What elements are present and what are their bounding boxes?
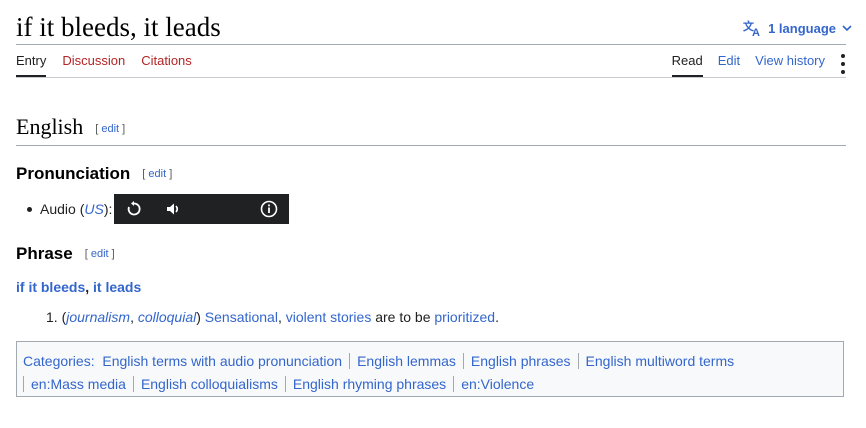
- info-icon[interactable]: [260, 200, 278, 218]
- language-button-label: 1 language: [768, 20, 836, 36]
- audio-label-text: Audio (: [40, 201, 85, 217]
- namespace-tabs: Entry Discussion Citations: [16, 53, 208, 77]
- audio-player[interactable]: [114, 194, 290, 224]
- prioritized-link[interactable]: prioritized: [434, 309, 495, 325]
- edit-section-pronunciation: [ edit ]: [142, 168, 173, 180]
- edit-link-pronunciation[interactable]: edit: [148, 168, 166, 180]
- category-link[interactable]: English rhyming phrases: [293, 376, 446, 392]
- edit-link-phrase[interactable]: edit: [91, 248, 109, 260]
- category-separator: [284, 376, 286, 392]
- volume-icon[interactable]: [165, 201, 181, 217]
- edit-section-phrase: [ edit ]: [84, 248, 115, 260]
- definition-number: 1.: [46, 309, 58, 325]
- definition-body: (journalism, colloquial) Sensational, vi…: [62, 309, 499, 325]
- category-link[interactable]: English lemmas: [357, 353, 456, 369]
- bullet: [27, 206, 32, 212]
- category-separator: [577, 353, 579, 369]
- headword-link-2[interactable]: it leads: [93, 279, 141, 295]
- categories-label-link[interactable]: Categories:: [23, 353, 95, 369]
- heading-phrase: Phrase [ edit ]: [16, 244, 115, 264]
- edit-link-english[interactable]: edit: [101, 123, 119, 135]
- tab-discussion[interactable]: Discussion: [62, 53, 125, 77]
- headword-comma: ,: [85, 279, 94, 295]
- page-title: if it bleeds, it leads: [16, 12, 221, 42]
- translate-icon: 文 A: [743, 19, 760, 37]
- category-links-box: Categories: English terms with audio pro…: [16, 341, 844, 397]
- headword-link-1[interactable]: if it bleeds: [16, 279, 85, 295]
- heading-divider: [16, 145, 846, 146]
- heading-english-text: English: [16, 114, 84, 139]
- heading-english: English [ edit ]: [16, 114, 125, 140]
- view-tabs: Read Edit View history: [657, 53, 845, 77]
- definition-mid-text: are to be: [375, 309, 431, 325]
- audio-label: Audio (US):: [40, 201, 112, 217]
- title-divider: [16, 44, 846, 45]
- category-link[interactable]: en:Mass media: [31, 376, 126, 392]
- category-link[interactable]: en:Violence: [461, 376, 534, 392]
- svg-text:A: A: [752, 27, 760, 37]
- definition-comma: ,: [277, 309, 282, 325]
- category-link[interactable]: English phrases: [471, 353, 571, 369]
- label-close-paren: ): [196, 309, 201, 325]
- edit-section-english: [ edit ]: [95, 123, 126, 135]
- heading-pronunciation: Pronunciation [ edit ]: [16, 164, 172, 184]
- violent-stories-link[interactable]: violent stories: [286, 309, 372, 325]
- heading-pronunciation-text: Pronunciation: [16, 164, 131, 183]
- headword-line: if it bleeds, it leads: [16, 279, 141, 295]
- heading-phrase-text: Phrase: [16, 244, 73, 263]
- category-separator: [462, 353, 464, 369]
- category-link[interactable]: English colloquialisms: [141, 376, 278, 392]
- category-link[interactable]: English multiword terms: [586, 353, 735, 369]
- definition-period: .: [495, 309, 499, 325]
- tab-read[interactable]: Read: [671, 53, 703, 77]
- chevron-down-icon: [842, 24, 852, 31]
- category-separator: [349, 353, 351, 369]
- audio-item: Audio (US):: [27, 194, 290, 224]
- audio-region-link[interactable]: US: [84, 201, 103, 217]
- category-link[interactable]: English terms with audio pronunciation: [102, 353, 342, 369]
- label-colloquial-link[interactable]: colloquial: [138, 309, 196, 325]
- tab-view-history[interactable]: View history: [755, 53, 825, 76]
- tab-entry[interactable]: Entry: [16, 53, 47, 77]
- category-separator: [132, 376, 134, 392]
- definition-1: 1. (journalism, colloquial) Sensational,…: [46, 309, 499, 325]
- tab-edit[interactable]: Edit: [718, 53, 740, 76]
- category-separator: [453, 376, 455, 392]
- replay-icon[interactable]: [126, 201, 142, 217]
- label-separator: ,: [130, 309, 138, 325]
- category-separator: [23, 376, 24, 392]
- language-button[interactable]: 文 A 1 language: [743, 19, 852, 37]
- more-menu-icon[interactable]: [841, 53, 845, 74]
- label-journalism-link[interactable]: journalism: [66, 309, 130, 325]
- audio-label-close: ):: [103, 201, 113, 217]
- tab-citations[interactable]: Citations: [141, 53, 192, 77]
- tabs-divider: [16, 77, 846, 78]
- categories-label: Categories: [23, 353, 91, 369]
- sensational-link[interactable]: Sensational: [205, 309, 278, 325]
